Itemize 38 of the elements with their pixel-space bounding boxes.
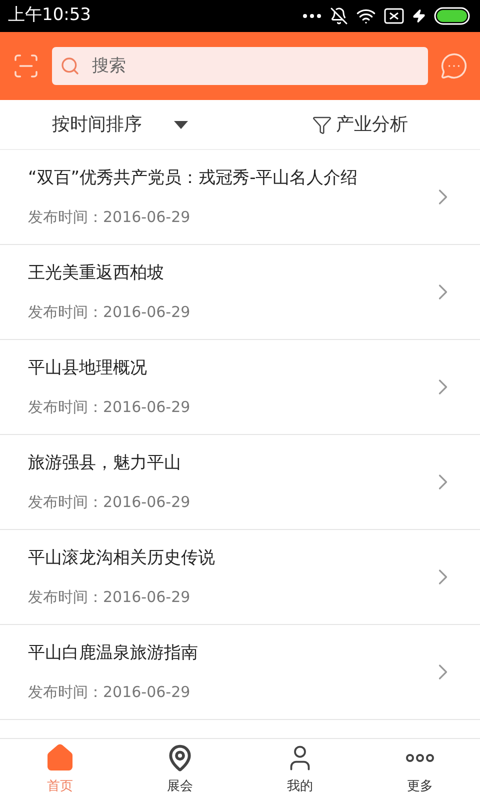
nav-tab[interactable]: 我的 [240, 739, 360, 800]
article-item[interactable]: 平山县地理概况 发布时间：2016-06-29 [0, 340, 480, 435]
article-date: 发布时间：2016-06-29 [28, 302, 192, 322]
analysis-filter-button[interactable]: 产业分析 [240, 111, 480, 138]
charging-icon [412, 9, 426, 23]
article-title: 王光美重返西柏坡 [28, 262, 165, 285]
article-item[interactable]: 平山滚龙沟相关历史传说 发布时间：2016-06-29 [0, 530, 480, 625]
battery-icon [434, 7, 472, 25]
article-item[interactable]: 王光美重返西柏坡 发布时间：2016-06-29 [0, 245, 480, 340]
nav-tab[interactable]: 展会 [120, 739, 240, 800]
article-item[interactable]: “双百”优秀共产党员：戎冠秀-平山名人介绍 发布时间：2016-06-29 [0, 150, 480, 245]
search-icon [60, 56, 80, 76]
article-date: 发布时间：2016-06-29 [28, 492, 192, 512]
filter-icon [312, 114, 332, 134]
article-item[interactable]: 平山白鹿温泉旅游指南 发布时间：2016-06-29 [0, 625, 480, 720]
article-date: 发布时间：2016-06-29 [28, 206, 192, 228]
article-title: “双百”优秀共产党员：戎冠秀-平山名人介绍 [28, 167, 359, 190]
article-title: 平山县地理概况 [28, 357, 148, 380]
status-time: 上午10:53 [8, 4, 91, 28]
sort-dropdown[interactable]: 按时间排序 [0, 111, 240, 138]
more-dots-icon [405, 752, 435, 764]
caret-icon [174, 120, 188, 128]
article-title: 平山滚龙沟相关历史传说 [28, 547, 216, 570]
dots-icon [302, 13, 322, 19]
scan-icon[interactable] [12, 52, 40, 80]
article-title: 旅游强县，魅力平山 [28, 452, 182, 475]
article-item[interactable]: 旅游强县，魅力平山 发布时间：2016-06-29 [0, 435, 480, 530]
article-date: 发布时间：2016-06-29 [28, 682, 192, 702]
location-pin-icon [166, 744, 194, 772]
bell-off-icon [330, 7, 348, 25]
message-icon[interactable] [440, 52, 468, 80]
article-date: 发布时间：2016-06-29 [28, 586, 192, 608]
search-field[interactable]: 搜索 [52, 47, 428, 85]
sim-icon [384, 8, 404, 24]
nav-tab[interactable]: 更多 [360, 739, 480, 800]
article-title: 平山白鹿温泉旅游指南 [28, 642, 199, 665]
home-icon [45, 742, 75, 773]
article-date: 发布时间：2016-06-29 [28, 396, 192, 418]
